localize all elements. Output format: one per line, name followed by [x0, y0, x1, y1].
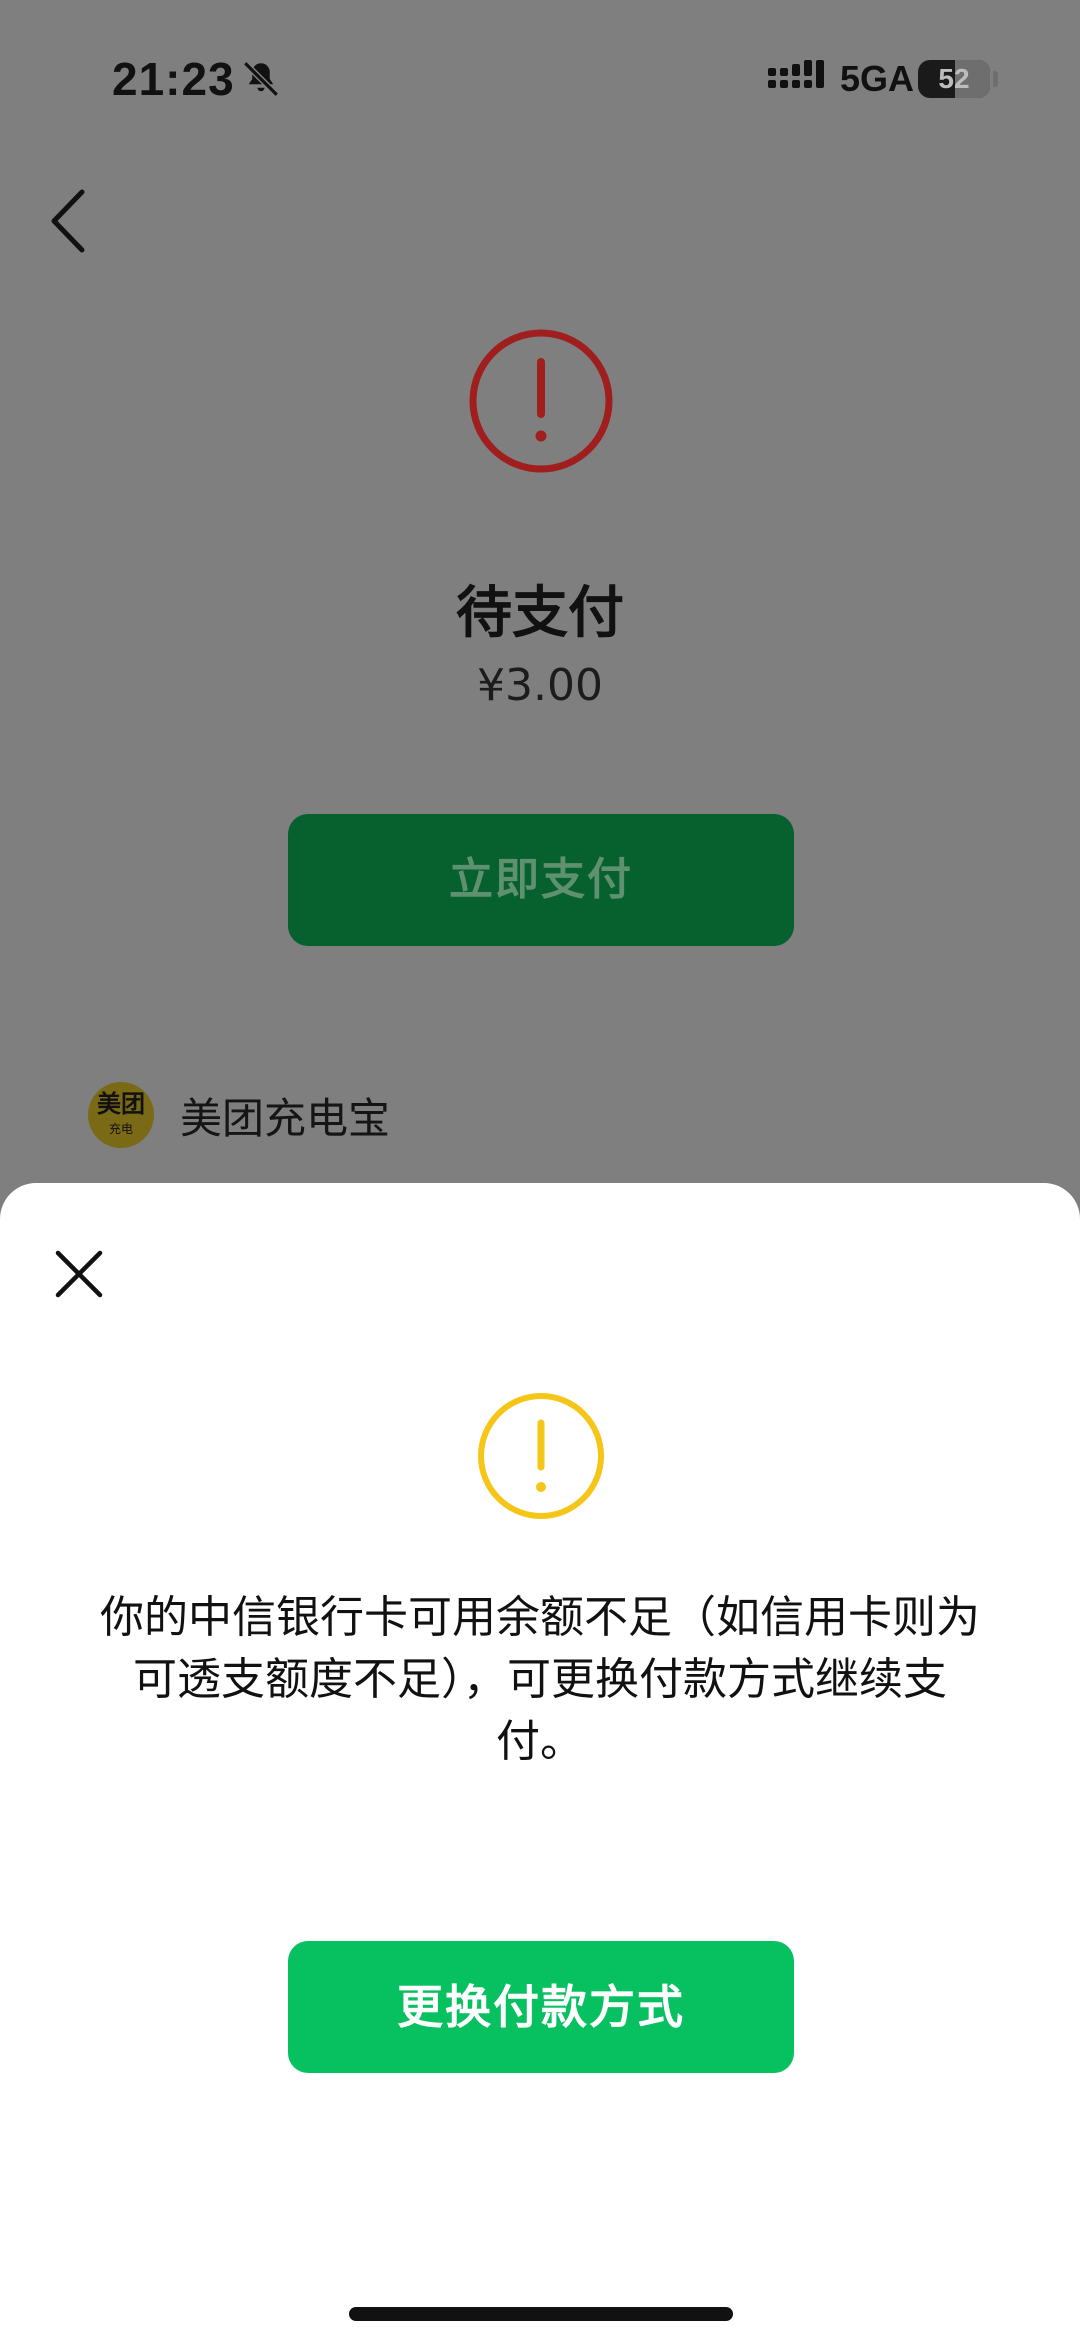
- battery-cap: [993, 71, 998, 87]
- order-status-title: 待支付: [456, 581, 624, 646]
- merchant-name: 美团充电宝: [180, 1093, 391, 1143]
- insufficient-balance-dialog: 你的中信银行卡可用余额不足（如信用卡则为 可透支额度不足），可更换付款方式继续支…: [0, 1183, 1080, 2341]
- warning-exclamation-icon: [478, 1393, 604, 1519]
- error-message-line: 付。: [496, 1716, 584, 1767]
- status-time: 21:23: [112, 53, 235, 105]
- chevron-left-icon: [51, 189, 85, 253]
- exclamation-circle-icon: [469, 329, 613, 473]
- home-indicator: [349, 2307, 733, 2321]
- merchant-info: 美团 充电 美团充电宝: [88, 1082, 390, 1148]
- close-icon: [55, 1250, 103, 1298]
- error-message-line: 可透支额度不足），可更换付款方式继续支: [133, 1654, 947, 1705]
- status-bar: 21:23 5GA 52: [0, 0, 1080, 160]
- pay-now-button[interactable]: 立即支付: [288, 814, 794, 946]
- close-button[interactable]: [44, 1239, 114, 1309]
- back-button[interactable]: [36, 176, 116, 266]
- merchant-logo-sub-text: 充电: [108, 1122, 133, 1136]
- merchant-logo: 美团 充电: [88, 1082, 154, 1148]
- error-message: 你的中信银行卡可用余额不足（如信用卡则为 可透支额度不足），可更换付款方式继续支…: [60, 1587, 1020, 1773]
- battery-icon: 52: [918, 60, 990, 98]
- change-payment-method-button[interactable]: 更换付款方式: [288, 1941, 794, 2073]
- merchant-logo-main-text: 美团: [97, 1090, 145, 1118]
- order-amount: ¥3.00: [477, 660, 603, 711]
- battery-level: 52: [938, 63, 970, 94]
- error-message-line: 你的中信银行卡可用余额不足（如信用卡则为: [100, 1592, 980, 1643]
- signal-icon: [768, 60, 824, 88]
- mute-bell-icon: [243, 61, 279, 97]
- network-type: 5GA: [840, 58, 915, 99]
